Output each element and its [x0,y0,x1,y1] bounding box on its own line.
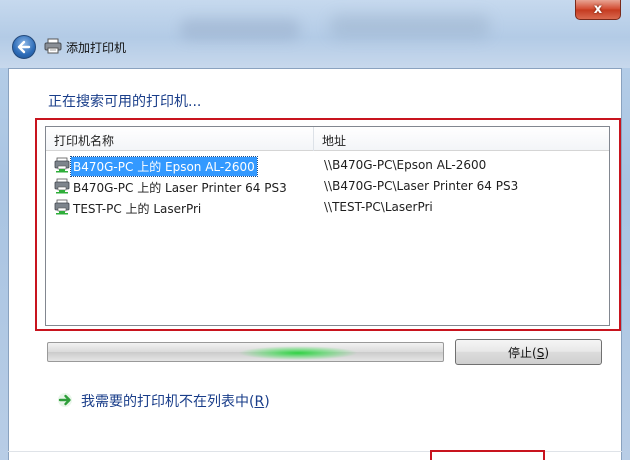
not-listed-label: 我需要的打印机不在列表中(R) [81,394,270,410]
blurred-background [180,18,300,40]
window-titlebar [0,0,630,68]
printer-address: \\B470G-PC\Epson AL-2600 [324,158,487,172]
annotation-highlight-frame [430,450,545,460]
printer-address: \\TEST-PC\LaserPri [324,200,433,214]
printer-icon [44,38,62,54]
wizard-content: 正在搜索可用的打印机... 打印机名称 地址 B470G-PC 上的 Epson… [8,68,622,460]
close-icon: x [593,2,603,17]
printer-row[interactable]: TEST-PC 上的 LaserPri \\TEST-PC\LaserPri [54,197,604,217]
window-title: 添加打印机 [66,41,127,55]
printer-row[interactable]: B470G-PC 上的 Epson AL-2600 \\B470G-PC\Eps… [54,155,604,177]
column-header-name[interactable]: 打印机名称 [54,132,114,149]
network-printer-icon [54,199,70,215]
green-arrow-icon [58,393,72,407]
printer-address: \\B470G-PC\Laser Printer 64 PS3 [324,179,519,193]
column-divider[interactable] [313,127,314,151]
printer-list[interactable]: 打印机名称 地址 B470G-PC 上的 Epson AL-2600 \\B47… [45,126,610,326]
stop-button[interactable]: 停止(S) [455,339,602,365]
progress-glow [238,346,358,360]
list-header: 打印机名称 地址 [46,127,609,151]
printer-name: TEST-PC 上的 LaserPri [73,202,202,216]
printer-name: B470G-PC 上的 Laser Printer 64 PS3 [73,181,287,195]
printer-name: B470G-PC 上的 Epson AL-2600 [70,156,258,177]
printer-row[interactable]: B470G-PC 上的 Laser Printer 64 PS3 \\B470G… [54,176,604,196]
close-button[interactable]: x [575,0,621,20]
stop-button-label: 停止(S) [508,345,549,360]
blurred-background [330,14,490,38]
network-printer-icon [54,157,70,173]
column-header-address[interactable]: 地址 [322,132,346,149]
back-button[interactable] [12,35,36,59]
network-printer-icon [54,178,70,194]
back-arrow-icon [17,40,31,54]
page-heading: 正在搜索可用的打印机... [48,94,202,110]
search-progress-bar [47,342,444,362]
